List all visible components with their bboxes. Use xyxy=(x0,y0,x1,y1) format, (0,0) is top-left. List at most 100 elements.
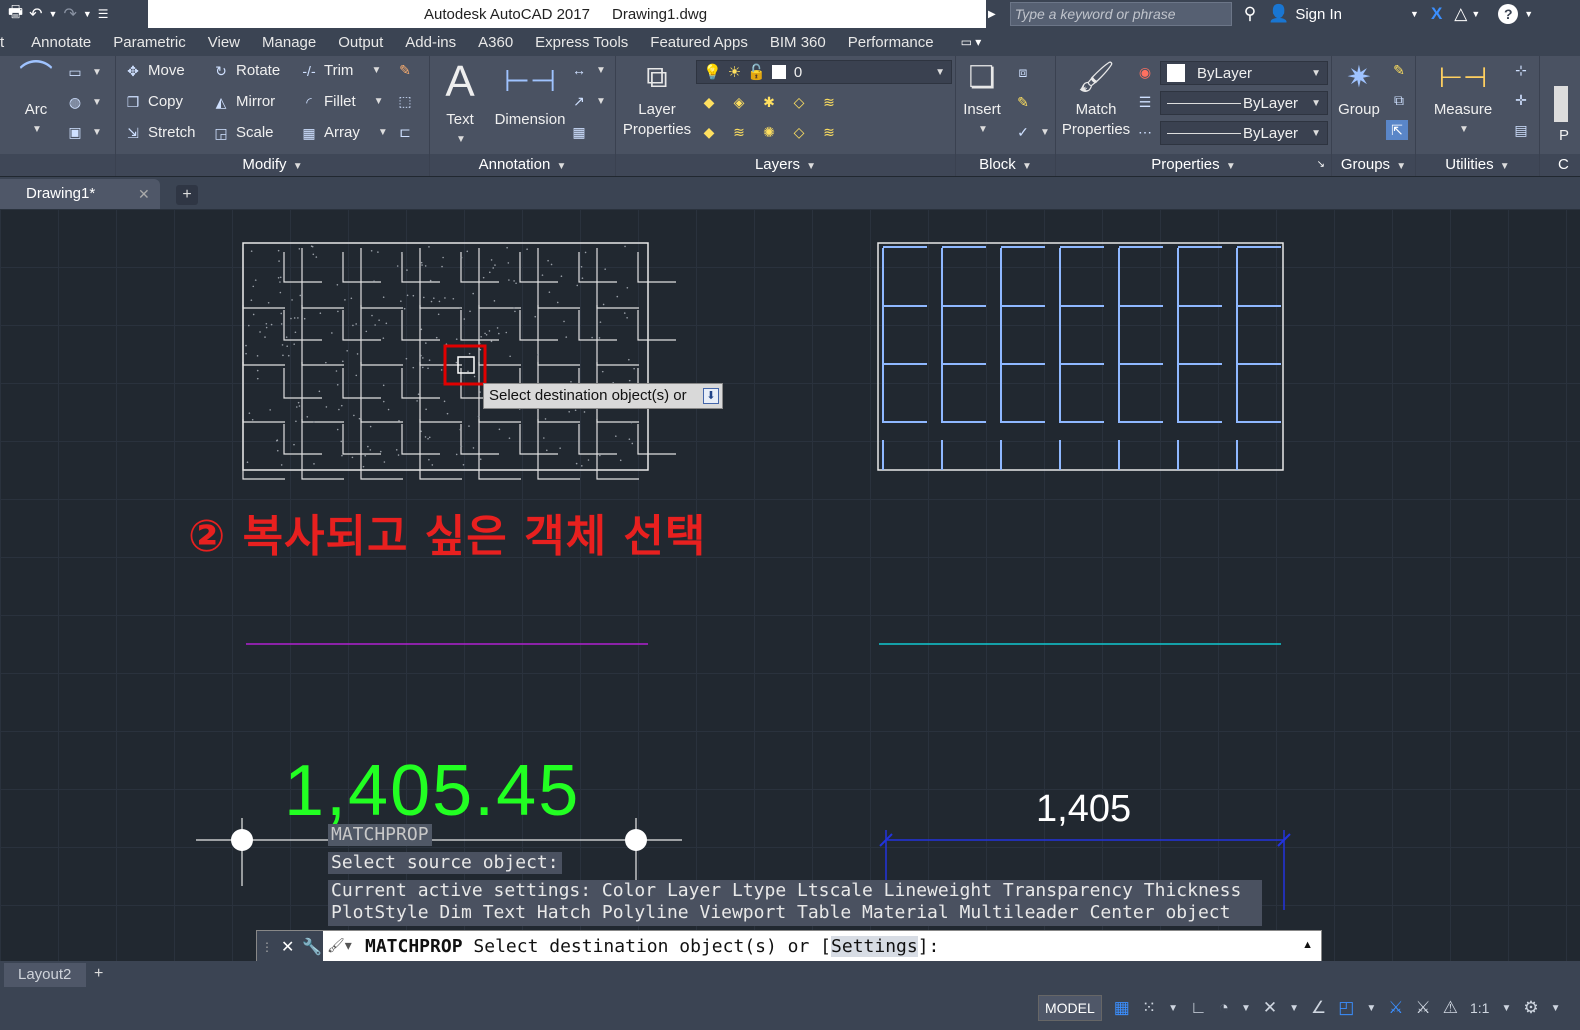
tab-express-tools[interactable]: Express Tools xyxy=(524,34,639,51)
group-button[interactable]: ✷ Group xyxy=(1334,58,1384,120)
layer-tools-row-2[interactable]: ◆ ≋ ✺ ◇ ≋ xyxy=(700,124,838,140)
sign-in-button[interactable]: Sign In xyxy=(1295,6,1342,23)
create-block-button[interactable]: ⧈ xyxy=(1014,64,1032,80)
expand-arrow-icon[interactable]: ▶ xyxy=(988,9,996,20)
chevron-down-icon[interactable]: ▼ xyxy=(1289,1003,1299,1014)
exchange-apps-icon[interactable]: X xyxy=(1431,4,1442,24)
tab-a360[interactable]: A360 xyxy=(467,34,524,51)
insert-button[interactable]: ❏ Insert ▼ xyxy=(960,58,1004,140)
search-input[interactable] xyxy=(1009,2,1232,26)
tab-output[interactable]: Output xyxy=(327,34,394,51)
isodraft-icon[interactable]: ✕ xyxy=(1263,998,1277,1018)
help-icon[interactable]: ? xyxy=(1498,4,1519,24)
match-properties-button[interactable]: 🖌 Match Properties xyxy=(1058,58,1134,140)
text-button[interactable]: A Text ▼ xyxy=(440,56,480,150)
wrench-icon[interactable]: 🔧 xyxy=(302,937,322,957)
fillet-button[interactable]: ◜ Fillet ▼ xyxy=(300,93,383,110)
grid-icon[interactable]: ▦ xyxy=(1114,998,1130,1018)
panel-title-properties[interactable]: Properties ▼ ↘ xyxy=(1056,154,1331,176)
leader-button[interactable]: ↗ ▼ xyxy=(570,93,606,109)
edit-block-button[interactable]: ✎ xyxy=(1014,94,1032,110)
chevron-down-icon[interactable]: ▼ xyxy=(49,9,58,19)
color-wheel-button[interactable]: ◉ xyxy=(1136,64,1154,80)
group-select-button[interactable]: ⇱ xyxy=(1386,120,1408,140)
polar-icon[interactable]: ◔ xyxy=(1219,998,1229,1018)
chevron-down-icon[interactable]: ▼ xyxy=(1366,1003,1376,1014)
annotation-scale-icon[interactable]: ⚠ xyxy=(1443,998,1458,1018)
print-icon[interactable]: 🖶 xyxy=(8,1,23,28)
add-layout-icon[interactable]: + xyxy=(94,965,103,983)
auto-scale-icon[interactable]: ⚔ xyxy=(1415,998,1430,1018)
tab-layout2[interactable]: Layout2 xyxy=(4,963,86,987)
move-button[interactable]: ✥ Move xyxy=(124,62,185,79)
chevron-down-icon[interactable]: ▼ xyxy=(1410,9,1419,19)
settings-option[interactable]: Settings xyxy=(831,936,918,957)
scale-value[interactable]: 1:1 xyxy=(1470,1000,1489,1016)
ortho-icon[interactable]: ∟ xyxy=(1190,998,1207,1018)
new-tab-button[interactable]: + xyxy=(176,185,198,205)
down-arrow-icon[interactable]: ⬇ xyxy=(703,388,719,404)
snap-icon[interactable]: ⁙ xyxy=(1142,998,1156,1018)
mirror-button[interactable]: ◭ Mirror xyxy=(212,93,276,110)
source-hatch-object[interactable] xyxy=(242,242,676,480)
gear-icon[interactable]: ⚙ xyxy=(1523,998,1538,1018)
chevron-down-icon[interactable]: ▼ xyxy=(1524,9,1533,19)
erase-button[interactable]: ✎ xyxy=(396,62,414,78)
panel-title-utilities[interactable]: Utilities ▼ xyxy=(1416,154,1539,176)
binoculars-icon[interactable]: ⚲ xyxy=(1244,4,1256,24)
explode-button[interactable]: ⬚ xyxy=(396,93,414,109)
calculator-button[interactable]: ▤ xyxy=(1512,122,1530,138)
copy-button[interactable]: ❐ Copy xyxy=(124,93,183,110)
hatch-button[interactable]: ◍ ▼ xyxy=(66,94,102,110)
attribute-button[interactable]: ✓ ▼ xyxy=(1014,124,1050,140)
user-icon[interactable]: 👤 xyxy=(1268,4,1289,24)
array-button[interactable]: ▦ Array ▼ xyxy=(300,124,387,141)
chevron-down-icon[interactable]: ▼ xyxy=(83,9,92,19)
arc-button[interactable]: ⌒ Arc ▼ xyxy=(14,58,58,140)
tab-performance[interactable]: Performance xyxy=(837,34,945,51)
tab-home[interactable]: t xyxy=(0,34,15,51)
destination-hatch-object[interactable] xyxy=(877,242,1284,471)
linetype-button[interactable]: ⋯ xyxy=(1136,124,1154,140)
linear-dim-button[interactable]: ↔ ▼ xyxy=(570,62,606,78)
stretch-button[interactable]: ⇲ Stretch xyxy=(124,124,195,141)
layer-dropdown[interactable]: 💡 ☀ 🔓 0 ▼ xyxy=(696,60,952,84)
panel-title-modify[interactable]: Modify ▼ xyxy=(116,154,429,176)
drag-handle-icon[interactable]: ⋮ xyxy=(261,940,273,954)
quick-select-button[interactable]: ⊹ xyxy=(1512,62,1530,78)
command-prompt[interactable]: MATCHPROP Select destination object(s) o… xyxy=(365,936,939,957)
drawing-canvas[interactable]: Select destination object(s) or ⬇ ② 복사되고… xyxy=(0,209,1580,961)
dimension-value-text[interactable]: 1,405 xyxy=(1036,788,1131,831)
rotate-button[interactable]: ↻ Rotate xyxy=(212,62,280,79)
tab-featured-apps[interactable]: Featured Apps xyxy=(639,34,759,51)
lineweight-dropdown[interactable]: ByLayer ▼ xyxy=(1160,121,1328,145)
layer-tools-row-1[interactable]: ◆ ◈ ✱ ◇ ≋ xyxy=(700,94,838,110)
dialog-launcher-icon[interactable]: ↘ xyxy=(1317,154,1325,176)
dimension-button[interactable]: ⊢⊣ Dimension xyxy=(488,56,572,130)
ungroup-button[interactable]: ✎ xyxy=(1390,62,1408,78)
command-line[interactable]: ⋮ ✕ 🔧 🖌▾ MATCHPROP Select destination ob… xyxy=(256,930,1322,964)
tab-manage[interactable]: Manage xyxy=(251,34,327,51)
panel-title-draw[interactable] xyxy=(0,154,115,176)
object-snap-tracking-icon[interactable]: ∠ xyxy=(1311,998,1326,1018)
command-history-toggle-icon[interactable]: ▲ xyxy=(1302,939,1313,951)
tab-drawing1[interactable]: Drawing1* ✕ xyxy=(0,179,160,209)
panel-title-layers[interactable]: Layers ▼ xyxy=(616,154,955,176)
close-icon[interactable]: ✕ xyxy=(138,179,150,209)
table-button[interactable]: ▦ xyxy=(570,124,588,140)
measure-button[interactable]: ⊢⊣ Measure ▼ xyxy=(1430,58,1496,140)
tab-view[interactable]: View xyxy=(197,34,251,51)
boundary-button[interactable]: ▣ ▼ xyxy=(66,124,102,140)
chevron-down-icon[interactable]: ▼ xyxy=(1168,1003,1178,1014)
chevron-down-icon[interactable]: ▼ xyxy=(1471,9,1480,19)
tab-annotate[interactable]: Annotate xyxy=(15,34,102,51)
undo-icon[interactable]: ↶ xyxy=(29,4,42,24)
tab-add-ins[interactable]: Add-ins xyxy=(394,34,467,51)
chevron-down-icon[interactable]: ▼ xyxy=(1241,1003,1251,1014)
group-edit-button[interactable]: ⧉ xyxy=(1390,92,1408,108)
point-button[interactable]: ✛ xyxy=(1512,92,1530,108)
chevron-down-icon[interactable]: ▼ xyxy=(1501,1003,1511,1014)
paste-button[interactable]: P xyxy=(1554,86,1574,146)
annotation-visibility-icon[interactable]: ⚔ xyxy=(1388,998,1403,1018)
scale-button[interactable]: ◲ Scale xyxy=(212,124,273,141)
